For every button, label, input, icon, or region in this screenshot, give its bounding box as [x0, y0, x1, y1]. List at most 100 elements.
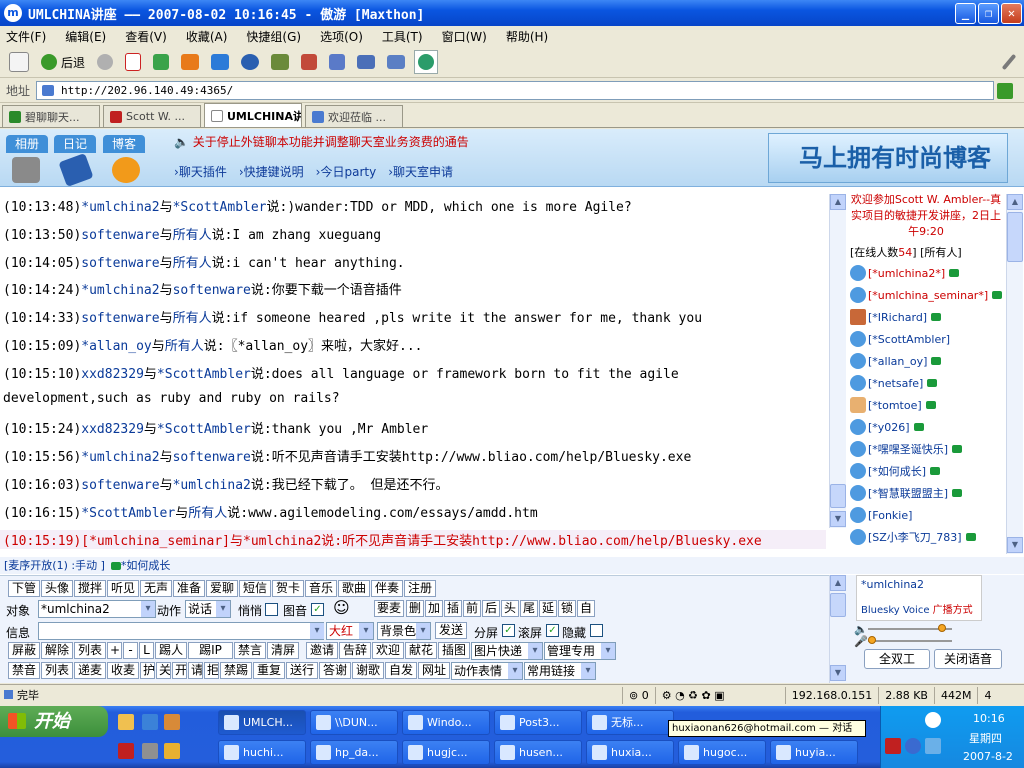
chat-sender[interactable]: *ScottAmbler	[81, 506, 175, 521]
admin-button[interactable]: 开	[172, 662, 187, 679]
scroll-checkbox[interactable]: ✓	[546, 624, 559, 637]
taskbar-task[interactable]: 无标...	[586, 710, 674, 735]
admin-button[interactable]: 答谢	[319, 662, 351, 679]
userlist-scrollbar[interactable]: ▲ ▼	[1006, 194, 1023, 554]
userlist-scroll-thumb[interactable]	[1007, 212, 1023, 262]
control-scrollbar[interactable]: ▲ ▼	[829, 575, 846, 683]
blogger-icon[interactable]	[112, 157, 140, 183]
admin-button[interactable]: 自发	[385, 662, 417, 679]
taskbar-task[interactable]: huxia...	[586, 740, 674, 765]
back-button[interactable]: 后退	[38, 50, 88, 74]
admin-button[interactable]: -	[123, 642, 138, 659]
taskbar-task[interactable]: UMLCH...	[218, 710, 306, 735]
admin-button[interactable]: 欢迎	[372, 642, 404, 659]
tray-icon-b[interactable]	[905, 738, 921, 754]
menu-item[interactable]: 帮助(H)	[506, 28, 548, 45]
taskbar-task[interactable]: \\DUN...	[310, 710, 398, 735]
format-button[interactable]: 延	[539, 600, 557, 617]
admin-button[interactable]: 告辞	[339, 642, 371, 659]
admin-button[interactable]: 解除	[41, 642, 73, 659]
scroll-thumb[interactable]	[830, 484, 846, 508]
chat-sender[interactable]: softenware	[81, 228, 159, 243]
admin-button[interactable]: 收麦	[107, 662, 139, 679]
admin-button[interactable]: 关	[156, 662, 171, 679]
ie-quick-icon[interactable]	[142, 714, 158, 730]
smiley-icon[interactable]: ☺	[333, 598, 350, 617]
toolbar-button[interactable]: 歌曲	[338, 580, 370, 597]
users-quick-icon[interactable]	[164, 714, 180, 730]
admin-button[interactable]: 禁言	[234, 642, 266, 659]
admin-button[interactable]: +	[107, 642, 122, 659]
format-button[interactable]: 删	[406, 600, 424, 617]
chat-sender[interactable]: softenware	[81, 256, 159, 271]
toolbar-button[interactable]: 爱聊	[206, 580, 238, 597]
admin-button[interactable]: 插图	[438, 642, 470, 659]
menu-item[interactable]: 工具(T)	[382, 28, 423, 45]
layout-button[interactable]	[384, 50, 408, 74]
toolbar-button[interactable]: 伴奏	[371, 580, 403, 597]
user-item[interactable]: [*netsafe]	[846, 372, 1006, 394]
userlist-scroll-down[interactable]: ▼	[1007, 537, 1023, 553]
chat-scrollbar[interactable]: ▲ ▼	[829, 194, 846, 528]
taskbar-task[interactable]: hugoc...	[678, 740, 766, 765]
chat-recipient[interactable]: 所有人	[173, 256, 212, 271]
user-item[interactable]: [Fonkie]	[846, 504, 1006, 526]
toolbar-button[interactable]: 准备	[173, 580, 205, 597]
toolbar-button[interactable]: 无声	[140, 580, 172, 597]
banner-link[interactable]: ›今日party	[316, 165, 377, 179]
userlist-scroll-up[interactable]: ▲	[1007, 194, 1023, 210]
taskbar-task[interactable]: Windo...	[402, 710, 490, 735]
user-item[interactable]: [*umlchina_seminar*]	[846, 284, 1006, 306]
chat-sender[interactable]: *umlchina2	[81, 200, 159, 215]
admin-button[interactable]: 重复	[253, 662, 285, 679]
chat-quick-icon[interactable]	[164, 743, 180, 759]
background-select[interactable]: 背景色	[377, 622, 431, 640]
user-item[interactable]: [*IRichard]	[846, 306, 1006, 328]
tab-blog[interactable]: 博客	[103, 135, 145, 153]
chat-recipient[interactable]: *umlchina2	[173, 478, 251, 493]
browser-tab[interactable]: 欢迎莅临 ...	[305, 105, 403, 127]
chat-recipient[interactable]: *ScottAmbler	[173, 200, 267, 215]
menu-item[interactable]: 快捷组(G)	[246, 28, 301, 45]
stop-button[interactable]	[122, 50, 144, 74]
folder-quick-icon[interactable]	[118, 714, 134, 730]
user-item[interactable]: [*allan_oy]	[846, 350, 1006, 372]
clock-time[interactable]: 10:16	[973, 712, 1005, 725]
admin-button[interactable]: 禁音	[8, 662, 40, 679]
view-button[interactable]	[354, 50, 378, 74]
toolbar-button[interactable]: 搅拌	[74, 580, 106, 597]
request-mic-button[interactable]: 要麦	[374, 600, 404, 617]
browser-tab[interactable]: UMLCHINA讲...	[204, 103, 302, 127]
full-duplex-button[interactable]: 全双工	[864, 649, 930, 669]
toolbar-button[interactable]: 音乐	[305, 580, 337, 597]
admin-button[interactable]: L	[139, 642, 154, 659]
admin-button[interactable]: 请	[188, 662, 203, 679]
chat-recipient[interactable]: 所有人	[173, 228, 212, 243]
refresh-button[interactable]	[150, 50, 172, 74]
banner-link[interactable]: ›聊天插件	[174, 165, 227, 179]
user-item[interactable]: [*y026]	[846, 416, 1006, 438]
volume-knob[interactable]	[938, 624, 946, 632]
toolbar-button[interactable]: 注册	[404, 580, 436, 597]
mic-slider[interactable]	[868, 640, 952, 642]
chat-sender[interactable]: *umlchina2	[81, 450, 159, 465]
menu-item[interactable]: 选项(O)	[320, 28, 363, 45]
banner-link[interactable]: ›快捷键说明	[239, 165, 304, 179]
maximize-button[interactable]: ❐	[978, 3, 999, 24]
chat-recipient[interactable]: *ScottAmbler	[157, 422, 251, 437]
taskbar-task[interactable]: Post3...	[494, 710, 582, 735]
go-icon[interactable]	[997, 82, 1014, 99]
clean-button[interactable]	[298, 50, 320, 74]
user-item[interactable]: [*嘿嘿圣诞快乐]	[846, 438, 1006, 460]
menu-item[interactable]: 窗口(W)	[442, 28, 487, 45]
browser-tab[interactable]: 碧聊聊天...	[2, 105, 100, 127]
format-button[interactable]: 自	[577, 600, 595, 617]
hide-checkbox[interactable]	[590, 624, 603, 637]
chat-sender[interactable]: softenware	[81, 478, 159, 493]
taskbar-task[interactable]: huyia...	[770, 740, 858, 765]
message-input[interactable]	[38, 622, 324, 640]
pen-button[interactable]	[1001, 50, 1017, 74]
chat-sender[interactable]: *allan_oy	[81, 339, 151, 354]
chat-sender[interactable]: xxd82329	[81, 422, 144, 437]
format-button[interactable]: 前	[463, 600, 481, 617]
